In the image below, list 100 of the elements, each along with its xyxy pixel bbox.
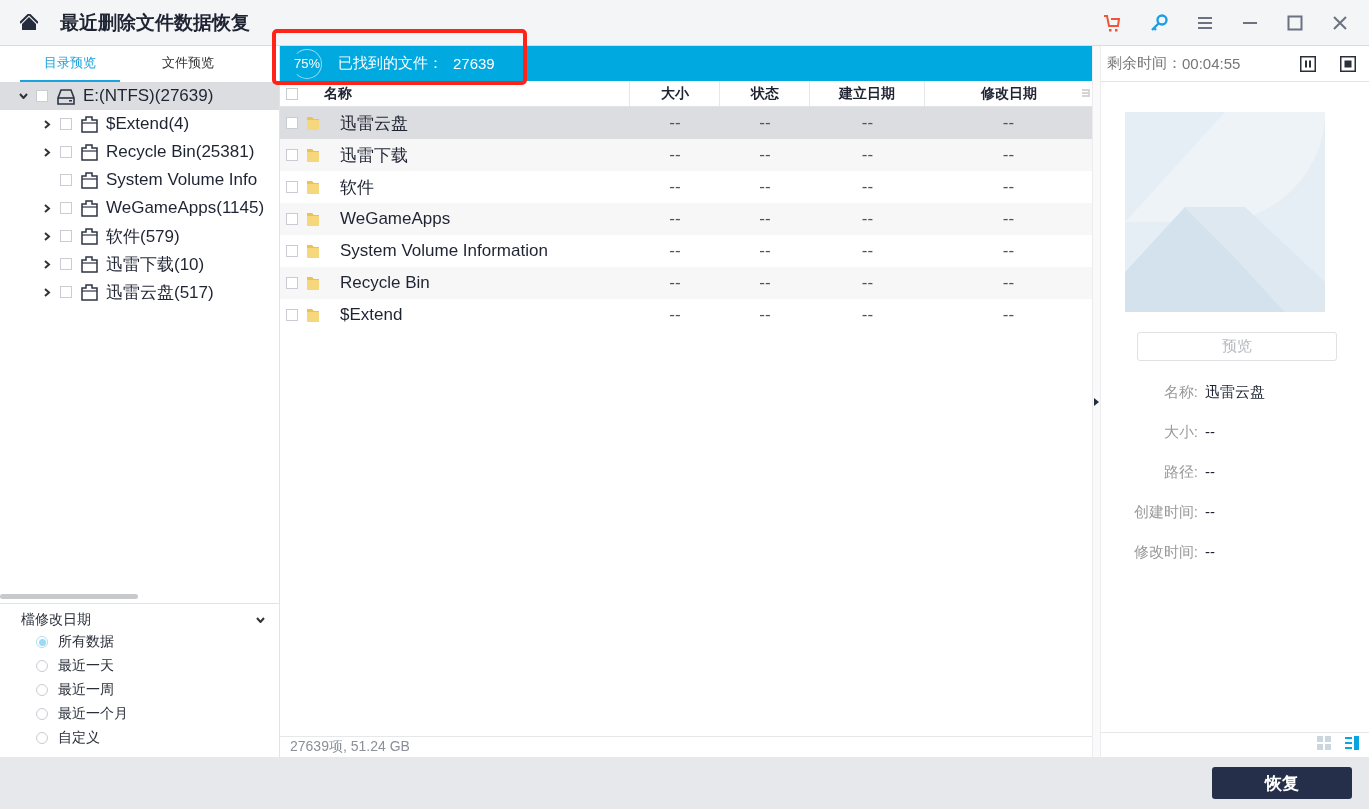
checkbox[interactable] — [60, 202, 72, 214]
collapse-panel-icon[interactable] — [1094, 397, 1099, 406]
table-cell-text: -- — [1001, 305, 1016, 325]
checkbox[interactable] — [286, 213, 298, 225]
table-cell-text: -- — [668, 113, 682, 133]
field-label: 大小: — [1162, 422, 1198, 442]
found-count: 27639 — [453, 55, 495, 72]
grid-view-icon[interactable] — [1317, 736, 1331, 750]
menu-icon[interactable] — [1197, 14, 1213, 31]
option-label[interactable]: 最近一个月 — [58, 705, 128, 723]
table-cell-text: -- — [668, 177, 682, 197]
tree-item[interactable]: 迅雷云盘(517) — [0, 278, 279, 306]
tree-item[interactable]: Recycle Bin(25381) — [0, 138, 279, 166]
tree-item[interactable]: System Volume Info — [0, 166, 279, 194]
folder-icon — [81, 283, 98, 301]
file-name: 软件 — [340, 176, 374, 199]
column-header[interactable]: 修改日期 — [980, 85, 1037, 101]
table-cell-text: -- — [758, 209, 772, 229]
checkbox[interactable] — [286, 117, 298, 129]
folder-icon — [306, 243, 320, 259]
field-value: 迅雷云盘 — [1205, 382, 1265, 402]
folder-icon — [81, 143, 98, 161]
checkbox[interactable] — [286, 87, 298, 100]
folder-icon — [306, 307, 320, 323]
table-row[interactable]: $Extend -- -- -- -- — [280, 299, 1092, 331]
tab[interactable]: 文件预览 — [138, 46, 238, 82]
drive-icon — [57, 87, 75, 105]
close-icon[interactable] — [1332, 14, 1348, 31]
table-row[interactable]: 迅雷下载 -- -- -- -- — [280, 139, 1092, 171]
table-cell-text: -- — [1001, 113, 1016, 133]
status-summary: 27639项, 51.24 GB — [290, 738, 410, 756]
checkbox[interactable] — [36, 90, 48, 102]
table-cell-text: -- — [668, 145, 682, 165]
checkbox[interactable] — [286, 245, 298, 257]
tree-item[interactable]: E:(NTFS)(27639) — [0, 82, 279, 110]
list-view-icon[interactable] — [1345, 736, 1359, 750]
remaining-time: 00:04:55 — [1182, 55, 1241, 72]
field-value: -- — [1205, 542, 1215, 562]
tree-item[interactable]: 迅雷下载(10) — [0, 250, 279, 278]
table-row[interactable]: 迅雷云盘 -- -- -- -- — [280, 107, 1092, 139]
table-cell-text: -- — [1001, 177, 1016, 197]
field-label: 名称: — [1162, 382, 1198, 402]
table-cell-text: -- — [758, 305, 772, 325]
table-cell-text: -- — [758, 145, 772, 165]
folder-icon — [306, 115, 320, 131]
column-header[interactable]: 建立日期 — [839, 85, 895, 101]
table-cell-text: -- — [668, 273, 682, 293]
field-label: 修改时间: — [1132, 542, 1198, 562]
file-name: System Volume Information — [340, 241, 548, 261]
field-value: -- — [1205, 422, 1215, 442]
pause-icon[interactable] — [1300, 55, 1316, 72]
folder-icon — [81, 227, 98, 245]
checkbox[interactable] — [60, 286, 72, 298]
checkbox[interactable] — [286, 277, 298, 289]
option-label[interactable]: 所有数据 — [58, 633, 114, 651]
column-header[interactable]: 大小 — [660, 85, 689, 101]
folder-icon — [306, 211, 320, 227]
folder-icon — [306, 179, 320, 195]
checkbox[interactable] — [60, 258, 72, 270]
table-cell-text: -- — [1001, 273, 1016, 293]
maximize-icon[interactable] — [1287, 14, 1303, 31]
checkbox[interactable] — [60, 118, 72, 130]
checkbox[interactable] — [286, 149, 298, 161]
tree-item[interactable]: 软件(579) — [0, 222, 279, 250]
recover-button[interactable]: 恢复 — [1212, 767, 1352, 799]
tree-item[interactable]: WeGameApps(1145) — [0, 194, 279, 222]
table-row[interactable]: WeGameApps -- -- -- -- — [280, 203, 1092, 235]
checkbox[interactable] — [286, 309, 298, 321]
checkbox[interactable] — [286, 181, 298, 193]
column-options-icon[interactable] — [1082, 89, 1090, 97]
table-cell-text: -- — [1001, 209, 1016, 229]
option-label[interactable]: 最近一天 — [58, 657, 114, 675]
checkbox[interactable] — [60, 230, 72, 242]
key-icon[interactable] — [1150, 13, 1168, 32]
table-row[interactable]: Recycle Bin -- -- -- -- — [280, 267, 1092, 299]
file-name: WeGameApps — [340, 209, 451, 229]
field-value: -- — [1205, 462, 1215, 482]
table-cell-text: -- — [860, 209, 875, 229]
folder-icon — [306, 147, 320, 163]
checkbox[interactable] — [60, 146, 72, 158]
folder-icon — [81, 171, 98, 189]
cart-icon[interactable] — [1103, 13, 1121, 32]
option-label[interactable]: 最近一周 — [58, 681, 114, 699]
column-header[interactable]: 名称 — [324, 81, 352, 106]
option-label[interactable]: 自定义 — [58, 729, 100, 747]
table-row[interactable]: 软件 -- -- -- -- — [280, 171, 1092, 203]
tree-item[interactable]: $Extend(4) — [0, 110, 279, 138]
table-cell-text: -- — [860, 145, 875, 165]
table-cell-text: -- — [860, 241, 875, 261]
stop-icon[interactable] — [1340, 55, 1356, 72]
window-title: 最近删除文件数据恢复 — [60, 10, 250, 35]
table-cell-text: -- — [758, 113, 772, 133]
checkbox[interactable] — [60, 174, 72, 186]
table-row[interactable]: System Volume Information -- -- -- -- — [280, 235, 1092, 267]
table-cell-text: -- — [1001, 145, 1016, 165]
column-header[interactable]: 状态 — [750, 85, 779, 101]
home-icon[interactable] — [20, 14, 38, 31]
folder-icon — [81, 255, 98, 273]
file-name: 迅雷云盘 — [340, 112, 408, 135]
table-cell-text: -- — [668, 209, 682, 229]
